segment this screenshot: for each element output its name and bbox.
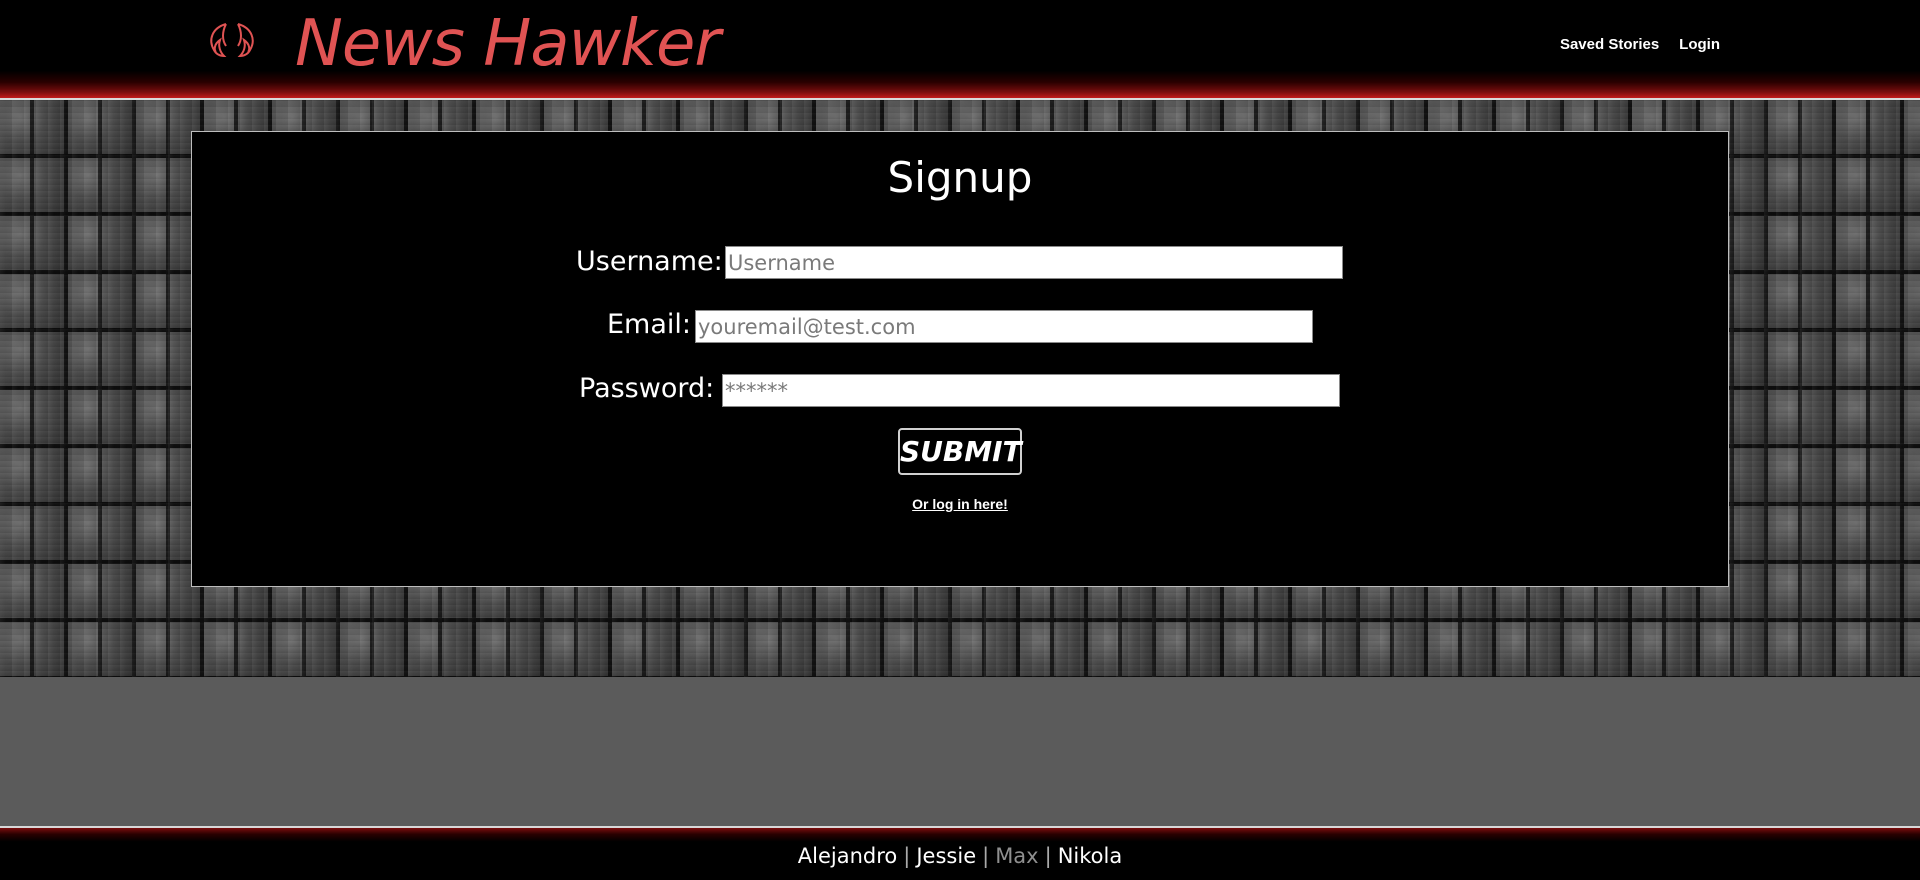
nav-links: Saved Stories Login bbox=[1560, 36, 1720, 53]
login-link[interactable]: Or log in here! bbox=[0, 496, 1920, 512]
email-label: Email: bbox=[607, 309, 692, 340]
credit-nikola[interactable]: Nikola bbox=[1058, 844, 1123, 868]
password-input[interactable] bbox=[722, 374, 1340, 407]
credit-separator: | bbox=[903, 844, 911, 868]
credit-separator: | bbox=[982, 844, 990, 868]
email-input[interactable] bbox=[695, 310, 1313, 343]
credit-max[interactable]: Max bbox=[995, 844, 1038, 868]
username-input[interactable] bbox=[725, 246, 1343, 279]
username-label: Username: bbox=[576, 246, 723, 277]
wings-icon[interactable] bbox=[204, 18, 260, 62]
credits: Alejandro | Jessie | Max | Nikola bbox=[0, 842, 1920, 870]
nav-saved-stories[interactable]: Saved Stories bbox=[1560, 36, 1659, 53]
credit-jessie[interactable]: Jessie bbox=[916, 844, 976, 868]
page-title: Signup bbox=[887, 153, 1033, 202]
password-label: Password: bbox=[579, 373, 715, 404]
credit-separator: | bbox=[1044, 844, 1052, 868]
credit-alejandro[interactable]: Alejandro bbox=[798, 844, 897, 868]
content-spacer bbox=[0, 677, 1920, 826]
navbar: News Hawker Saved Stories Login bbox=[0, 0, 1920, 100]
brand-title[interactable]: News Hawker bbox=[295, 8, 721, 80]
nav-login[interactable]: Login bbox=[1679, 36, 1720, 53]
footer: Alejandro | Jessie | Max | Nikola bbox=[0, 826, 1920, 880]
submit-button[interactable]: SUBMIT bbox=[898, 428, 1022, 475]
